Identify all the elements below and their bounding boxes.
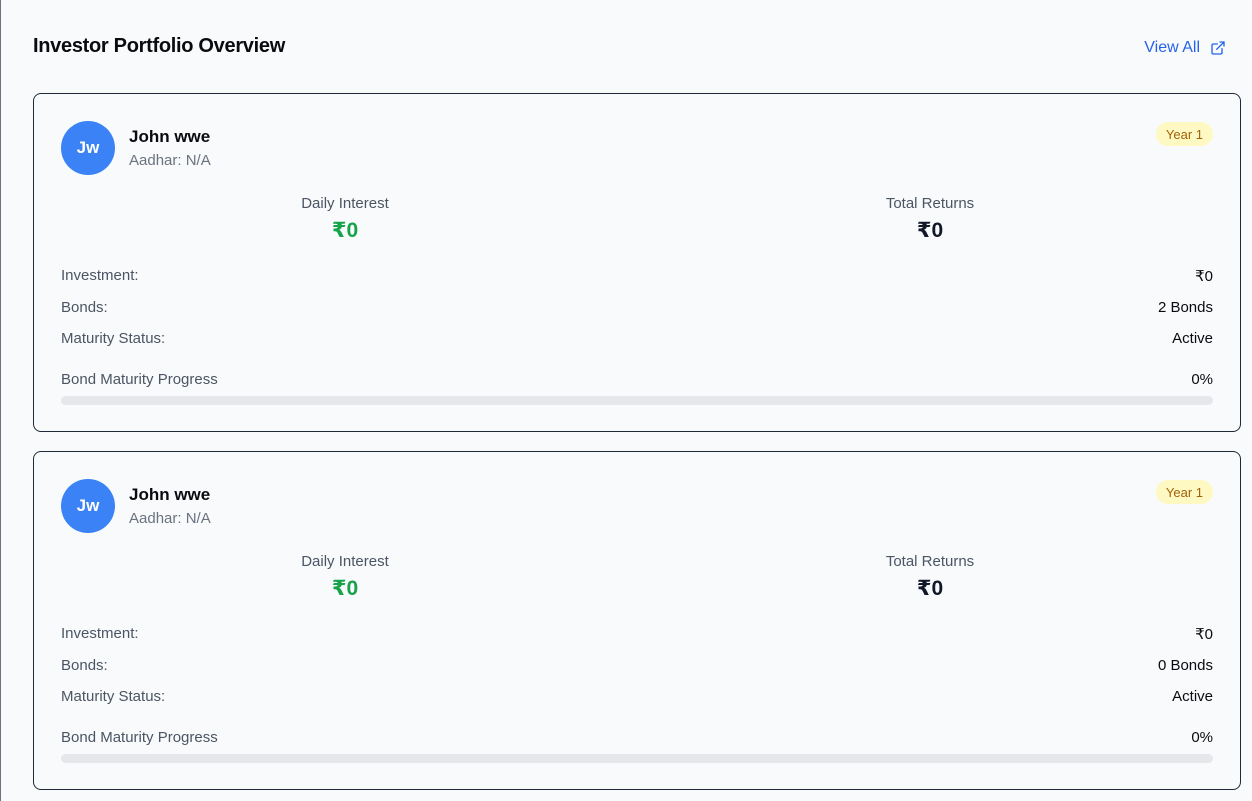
total-returns-value: ₹0 <box>916 219 944 242</box>
maturity-status-value: Active <box>1172 688 1213 705</box>
bonds-row: Bonds: 2 Bonds <box>61 299 1213 316</box>
total-returns-label: Total Returns <box>885 553 975 570</box>
progress-bar <box>61 754 1213 763</box>
bonds-label: Bonds: <box>61 657 108 674</box>
external-link-icon <box>1210 40 1226 56</box>
portfolio-page: Investor Portfolio Overview View All Jw … <box>0 0 1252 801</box>
daily-interest-stat: Daily Interest ₹0 <box>195 195 495 243</box>
investor-name: John wwe <box>129 127 211 146</box>
investment-row: Investment: ₹0 <box>61 625 1213 643</box>
progress-percent: 0% <box>1191 371 1213 388</box>
daily-interest-label: Daily Interest <box>301 553 389 570</box>
maturity-status-label: Maturity Status: <box>61 688 166 705</box>
daily-interest-value: ₹0 <box>331 219 359 242</box>
investor-aadhar: Aadhar: N/A <box>129 510 211 527</box>
progress-label: Bond Maturity Progress <box>61 371 218 388</box>
investment-value: ₹0 <box>1195 268 1213 285</box>
investor-aadhar: Aadhar: N/A <box>129 152 211 169</box>
investment-label: Investment: <box>61 625 139 642</box>
progress-row: Bond Maturity Progress 0% <box>61 371 1213 388</box>
bonds-value: 0 Bonds <box>1157 657 1213 674</box>
investor-card[interactable]: Jw John wwe Aadhar: N/A Year 1 Daily Int… <box>33 93 1241 432</box>
progress-row: Bond Maturity Progress 0% <box>61 729 1213 746</box>
total-returns-stat: Total Returns ₹0 <box>780 195 1080 243</box>
page-title: Investor Portfolio Overview <box>33 34 285 57</box>
investment-row: Investment: ₹0 <box>61 267 1213 285</box>
maturity-status-value: Active <box>1172 330 1213 347</box>
view-all-link[interactable]: View All <box>1144 39 1226 57</box>
total-returns-label: Total Returns <box>885 195 975 212</box>
total-returns-value: ₹0 <box>916 577 944 600</box>
year-badge: Year 1 <box>1155 480 1213 504</box>
year-badge: Year 1 <box>1155 122 1213 146</box>
maturity-status-row: Maturity Status: Active <box>61 330 1213 347</box>
maturity-status-row: Maturity Status: Active <box>61 688 1213 705</box>
investment-label: Investment: <box>61 267 139 284</box>
investor-name: John wwe <box>129 485 211 504</box>
total-returns-stat: Total Returns ₹0 <box>780 553 1080 601</box>
view-all-label: View All <box>1144 39 1200 56</box>
daily-interest-stat: Daily Interest ₹0 <box>195 553 495 601</box>
bonds-label: Bonds: <box>61 299 108 316</box>
progress-percent: 0% <box>1191 729 1213 746</box>
progress-label: Bond Maturity Progress <box>61 729 218 746</box>
avatar: Jw <box>61 121 115 175</box>
avatar: Jw <box>61 479 115 533</box>
bonds-value: 2 Bonds <box>1157 299 1213 316</box>
progress-bar <box>61 396 1213 405</box>
investment-value: ₹0 <box>1195 626 1213 643</box>
daily-interest-label: Daily Interest <box>301 195 389 212</box>
maturity-status-label: Maturity Status: <box>61 330 166 347</box>
daily-interest-value: ₹0 <box>331 577 359 600</box>
section-header: Investor Portfolio Overview View All <box>33 30 1226 62</box>
bonds-row: Bonds: 0 Bonds <box>61 657 1213 674</box>
investor-card[interactable]: Jw John wwe Aadhar: N/A Year 1 Daily Int… <box>33 451 1241 790</box>
